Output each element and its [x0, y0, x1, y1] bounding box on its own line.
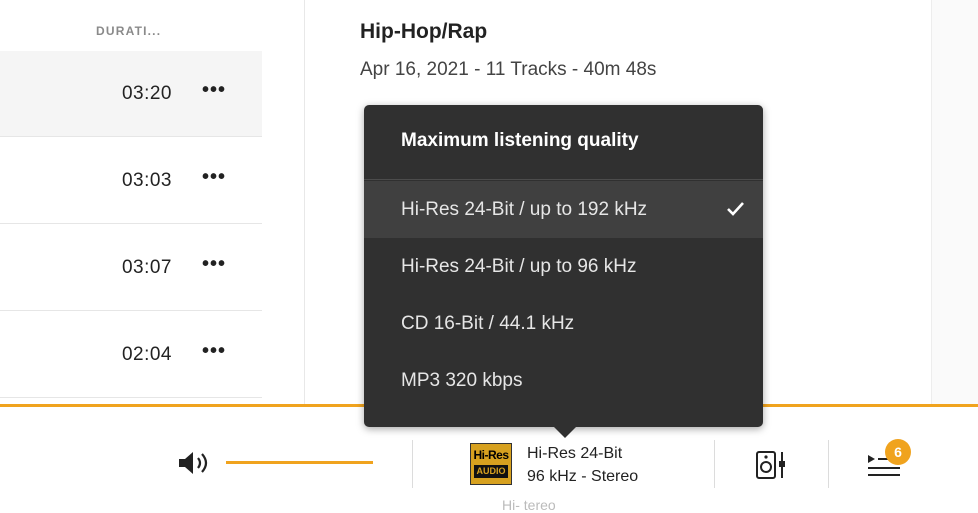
- quality-menu: Maximum listening quality Hi-Res 24-Bit …: [364, 105, 763, 427]
- hires-audio-logo[interactable]: Hi-Res AUDIO: [470, 443, 512, 485]
- bar-separator: [828, 440, 829, 488]
- speaker-icon[interactable]: [754, 449, 788, 481]
- quality-menu-title: Maximum listening quality: [401, 130, 639, 151]
- track-duration: 03:03: [121, 170, 172, 191]
- quality-option-192khz[interactable]: Hi-Res 24-Bit / up to 192 kHz: [364, 181, 763, 238]
- quality-format[interactable]: Hi-Res 24-Bit: [527, 445, 622, 463]
- quality-option-label: CD 16-Bit / 44.1 kHz: [401, 313, 575, 334]
- track-list: DURATI... 03:20 ••• 03:03 ••• 03:07 ••• …: [0, 0, 262, 405]
- hires-logo-top: Hi-Res: [473, 448, 509, 462]
- track-duration: 02:04: [121, 344, 172, 365]
- more-dots-icon[interactable]: •••: [202, 80, 226, 100]
- track-row[interactable]: 03:03 •••: [0, 138, 262, 224]
- volume-slider[interactable]: [226, 461, 373, 464]
- track-row[interactable]: 03:07 •••: [0, 225, 262, 311]
- track-row[interactable]: 02:04 •••: [0, 312, 262, 398]
- track-row[interactable]: 03:20 •••: [0, 51, 262, 137]
- quality-option-cd[interactable]: CD 16-Bit / 44.1 kHz: [364, 295, 763, 352]
- quality-option-label: Hi-Res 24-Bit / up to 96 kHz: [401, 256, 637, 277]
- queue-count-badge: 6: [885, 439, 911, 465]
- volume-icon[interactable]: [176, 448, 212, 478]
- check-icon: [727, 202, 744, 216]
- quality-option-mp3[interactable]: MP3 320 kbps: [364, 352, 763, 409]
- more-dots-icon[interactable]: •••: [202, 254, 226, 274]
- right-panel-edge: [931, 0, 978, 405]
- album-genre[interactable]: Hip-Hop/Rap: [360, 20, 487, 44]
- track-duration: 03:07: [121, 257, 172, 278]
- duration-column-header[interactable]: DURATI...: [96, 24, 161, 38]
- track-duration: 03:20: [121, 83, 172, 104]
- quality-option-label: MP3 320 kbps: [401, 370, 523, 391]
- quality-menu-divider: [364, 179, 763, 180]
- more-dots-icon[interactable]: •••: [202, 167, 226, 187]
- quality-option-label: Hi-Res 24-Bit / up to 192 kHz: [401, 199, 648, 220]
- more-dots-icon[interactable]: •••: [202, 341, 226, 361]
- album-meta: Apr 16, 2021 - 11 Tracks - 40m 48s: [360, 59, 657, 80]
- quality-details[interactable]: 96 kHz - Stereo: [527, 468, 638, 486]
- hires-logo-bottom: AUDIO: [474, 465, 508, 478]
- quality-menu-caret: [551, 424, 579, 438]
- panel-divider: [304, 0, 305, 405]
- bar-separator: [714, 440, 715, 488]
- quality-option-96khz[interactable]: Hi-Res 24-Bit / up to 96 kHz: [364, 238, 763, 295]
- bar-separator: [412, 440, 413, 488]
